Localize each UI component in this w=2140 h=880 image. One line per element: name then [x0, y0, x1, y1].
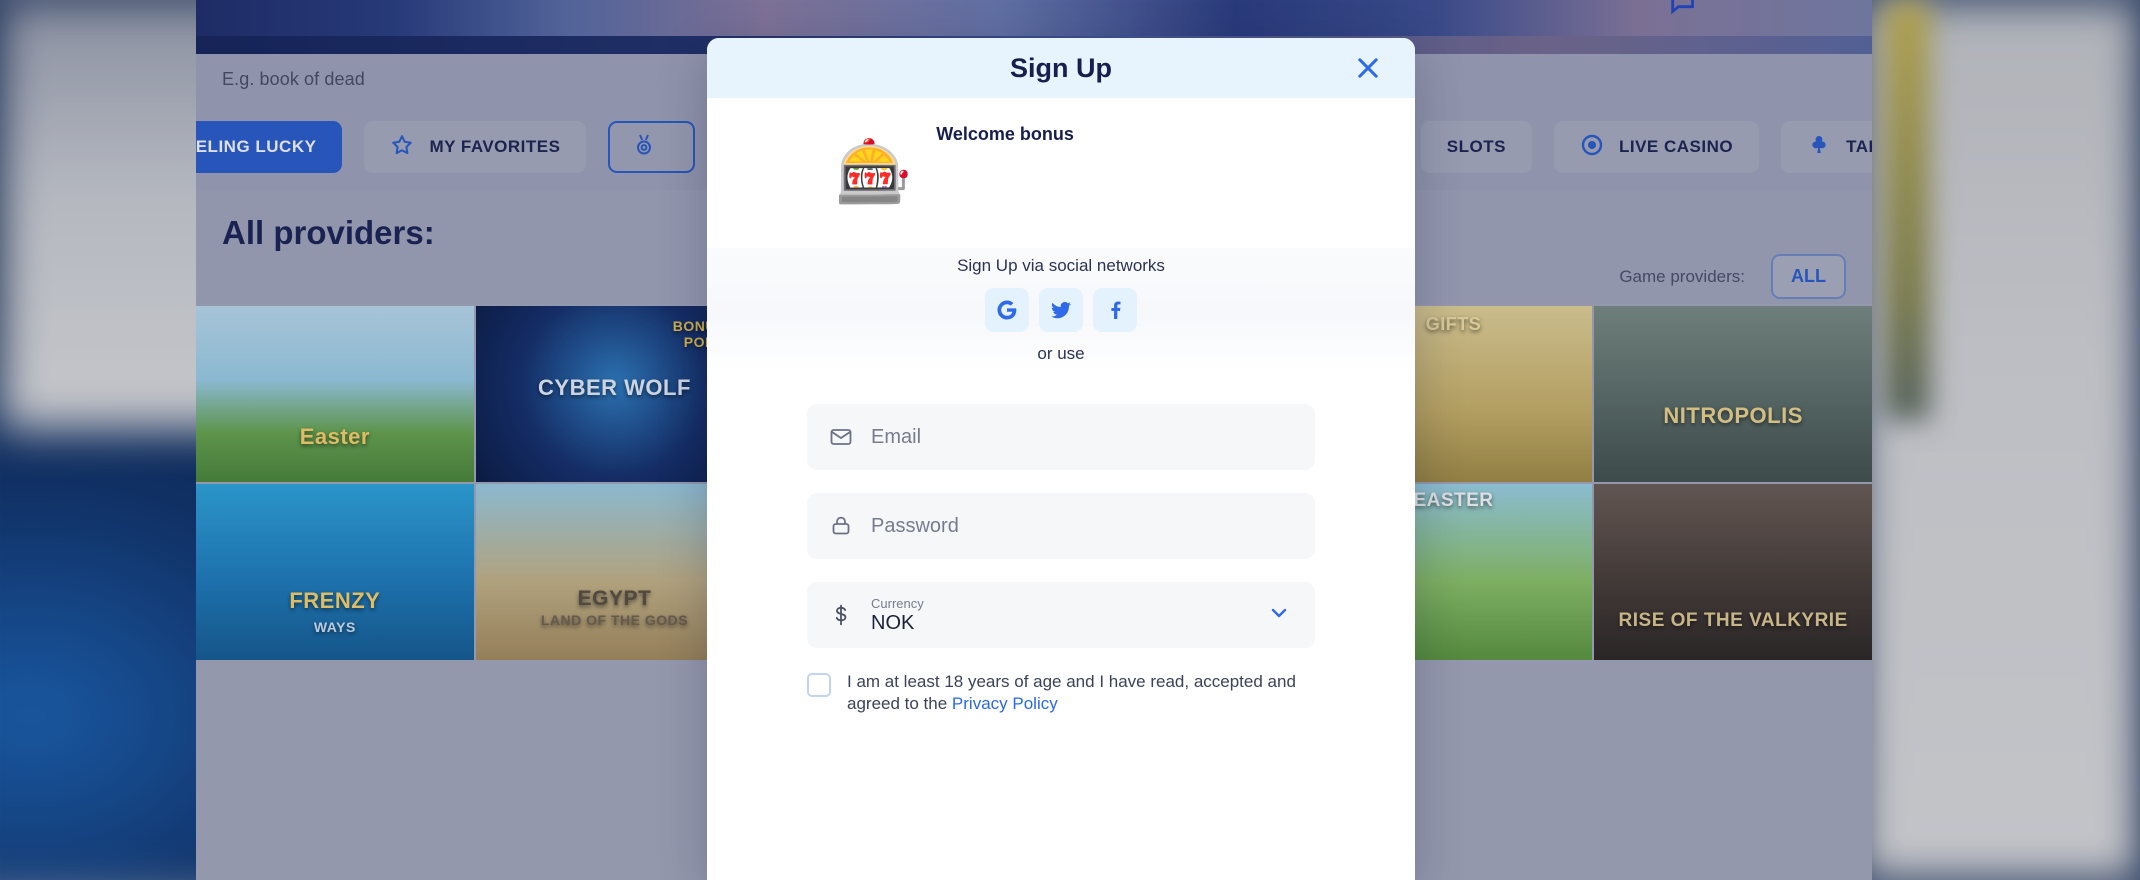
social-signup-title: Sign Up via social networks — [957, 256, 1165, 275]
email-field[interactable]: Email — [807, 404, 1315, 470]
chevron-down-icon[interactable] — [1267, 601, 1291, 630]
social-signup-section: Sign Up via social networks or use — [707, 248, 1415, 372]
agreement-checkbox[interactable] — [807, 673, 831, 697]
currency-select[interactable]: Currency NOK — [807, 582, 1315, 648]
twitter-signup-button[interactable] — [1039, 288, 1083, 332]
signup-form: Email Password Currency NOK I am at leas… — [707, 372, 1415, 880]
currency-value-group: Currency NOK — [871, 596, 924, 635]
agreement-text: I am at least 18 years of age and I have… — [847, 671, 1315, 716]
agreement-text-main: I am at least 18 years of age and I have… — [847, 672, 1296, 714]
slot-machine-icon: 🎰 — [835, 138, 913, 207]
password-input[interactable]: Password — [871, 515, 959, 538]
close-icon[interactable] — [1351, 51, 1385, 85]
facebook-signup-button[interactable] — [1093, 288, 1137, 332]
privacy-policy-link[interactable]: Privacy Policy — [952, 694, 1058, 713]
or-use-label: or use — [1037, 344, 1085, 363]
welcome-bonus-title: Welcome bonus — [936, 124, 1074, 144]
google-icon — [997, 300, 1017, 320]
envelope-icon — [829, 425, 853, 449]
google-signup-button[interactable] — [985, 288, 1029, 332]
age-agreement: I am at least 18 years of age and I have… — [807, 671, 1315, 716]
modal-header: Sign Up — [707, 38, 1415, 98]
social-buttons — [985, 288, 1137, 332]
signup-modal: Sign Up 🎰 Welcome bonus Sign Up via soci… — [707, 38, 1415, 880]
lock-icon — [829, 514, 853, 538]
twitter-icon — [1051, 301, 1071, 319]
currency-value: NOK — [871, 611, 915, 634]
password-field[interactable]: Password — [807, 493, 1315, 559]
facebook-icon — [1111, 301, 1121, 319]
welcome-bonus-section: 🎰 Welcome bonus — [707, 98, 1415, 248]
modal-title: Sign Up — [1010, 52, 1112, 83]
dollar-icon — [829, 603, 853, 627]
screen: E.g. book of dead FEELING LUCKY MY FAVOR… — [0, 0, 2140, 880]
currency-label: Currency — [871, 595, 924, 611]
email-input[interactable]: Email — [871, 426, 921, 449]
